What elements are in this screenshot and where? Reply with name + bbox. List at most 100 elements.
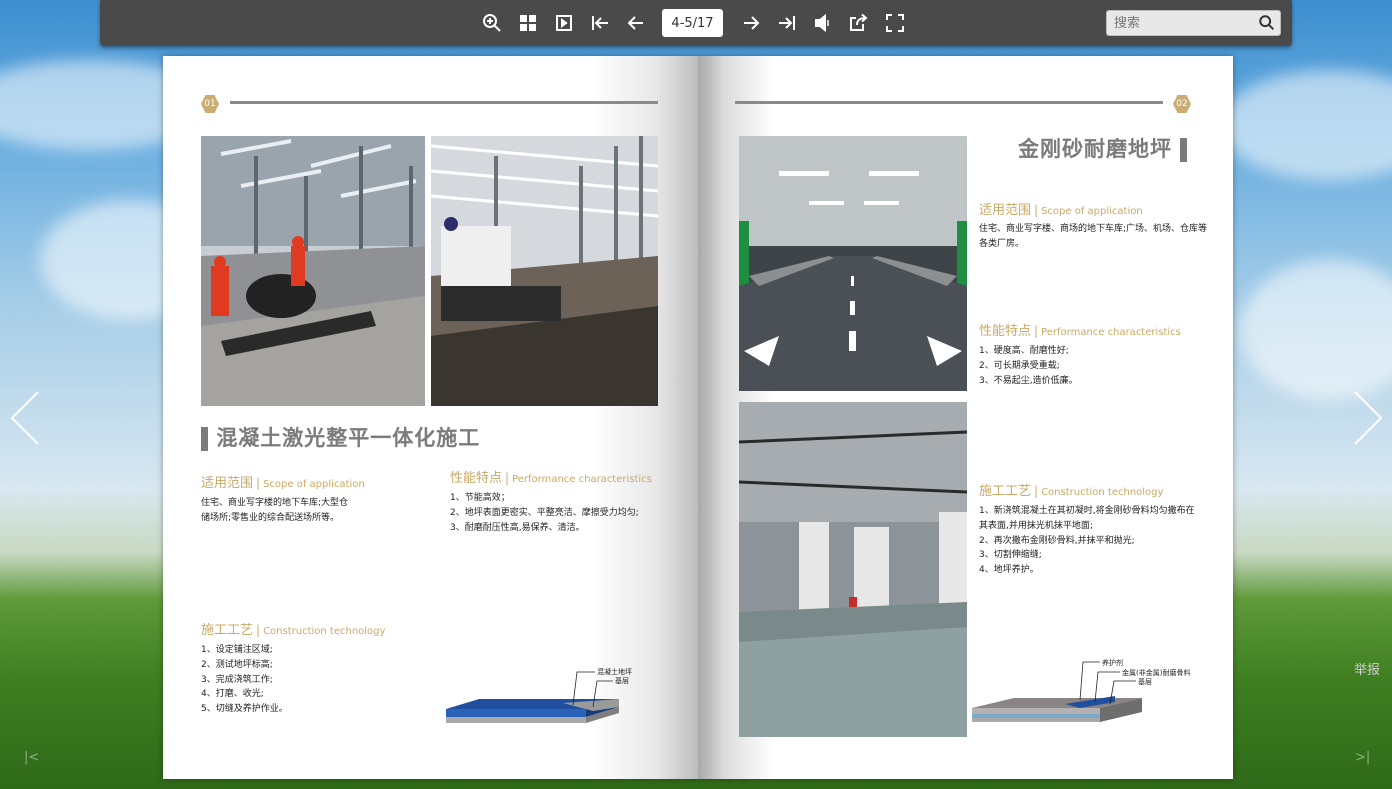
text-line: 1、节能高效； — [450, 493, 510, 503]
diagram-label: 养护剂 — [1102, 658, 1123, 667]
next-page-arrow[interactable] — [1351, 388, 1385, 448]
header-rule — [230, 101, 658, 104]
left-page-title: 混凝土激光整平一体化施工 — [216, 426, 481, 450]
first-page-link[interactable]: |< — [24, 750, 39, 765]
construction-text: 1、新浇筑混凝土在其初凝时,将金刚砂骨料均匀撒布在 其表面,并用抹光机抹平地面;… — [979, 504, 1219, 578]
prev-arrow-icon — [10, 391, 39, 445]
sound-button[interactable] — [810, 10, 836, 36]
scope-heading-en: Scope of application — [1041, 206, 1143, 217]
diagram-label: 金属(非金属)耐磨骨料 — [1122, 668, 1190, 677]
single-page-button[interactable] — [551, 10, 577, 36]
performance-heading-en: Performance characteristics — [512, 474, 652, 485]
text-line: 2、再次撒布金刚砂骨料,并抹平和抛光; — [979, 535, 1135, 546]
construction-photo-image — [431, 136, 658, 406]
text-line: 储场所;零售业的综合配送场所等。 — [201, 512, 340, 523]
scope-heading-en: Scope of application — [263, 479, 365, 490]
performance-text: 1、节能高效； 2、地坪表面更密实、平整亮洁、摩擦受力均匀; 3、耐磨耐压性高,… — [450, 491, 670, 535]
text-line: 2、测试地坪标高; — [201, 659, 273, 670]
thumbnails-button[interactable] — [515, 10, 541, 36]
construction-heading: 施工工艺 | Construction technology — [979, 480, 1163, 499]
heading-separator: | — [256, 476, 261, 490]
background-cloud — [1220, 70, 1392, 180]
scope-heading-cn: 适用范围 — [979, 203, 1032, 218]
construction-text: 1、设定铺注区域; 2、测试地坪标高; 3、完成浇筑工作; 4、打磨、收光; 5… — [201, 643, 401, 717]
last-page-button[interactable] — [774, 10, 800, 36]
background-cloud — [1240, 260, 1392, 400]
prev-page-icon — [627, 16, 643, 30]
screed-machine-photo — [431, 136, 658, 406]
fullscreen-button[interactable] — [882, 10, 908, 36]
scope-text: 住宅、商业写字楼的地下车库;大型仓 储场所;零售业的综合配送场所等。 — [201, 496, 401, 526]
performance-heading: 性能特点 | Performance characteristics — [979, 320, 1181, 339]
text-line: 住宅、商业写字楼、商场的地下车库;广场、机场、仓库等 — [979, 224, 1208, 234]
heading-separator: | — [1034, 484, 1039, 498]
text-line: 4、地坪养护。 — [979, 565, 1039, 576]
thumbnails-icon — [520, 15, 536, 31]
text-line: 4、打磨、收光; — [201, 689, 264, 700]
construction-heading-en: Construction technology — [1041, 487, 1164, 498]
heading-separator: | — [1034, 203, 1039, 217]
text-line: 3、耐磨耐压性高,易保养、清洁。 — [450, 522, 585, 533]
zoom-in-icon — [483, 14, 501, 32]
title-bar — [1180, 138, 1188, 162]
share-icon — [850, 13, 868, 31]
diagram-label: 混凝土地坪 — [597, 667, 632, 676]
text-line: 1、硬度高、耐磨性好; — [979, 346, 1069, 356]
share-button[interactable] — [846, 10, 872, 36]
text-line: 3、切割伸缩缝; — [979, 550, 1042, 561]
performance-heading-cn: 性能特点 — [450, 471, 503, 486]
performance-text: 1、硬度高、耐磨性好; 2、可长期承受重载; 3、不易起尘,造价低廉。 — [979, 344, 1219, 388]
text-line: 住宅、商业写字楼的地下车库;大型仓 — [201, 498, 349, 508]
text-line: 2、可长期承受重载; — [979, 360, 1060, 371]
text-line: 1、新浇筑混凝土在其初凝时,将金刚砂骨料均匀撒布在 — [979, 506, 1195, 516]
next-page-button[interactable] — [738, 10, 764, 36]
last-page-link[interactable]: >| — [1355, 750, 1370, 765]
construction-heading-en: Construction technology — [263, 626, 386, 637]
right-page[interactable]: 02 金刚砂耐磨地坪 适用范围 | Scope of application 住… — [698, 56, 1233, 779]
performance-heading-cn: 性能特点 — [979, 324, 1032, 339]
prev-page-arrow[interactable] — [8, 388, 42, 448]
page-indicator[interactable]: 4-5/17 — [662, 9, 723, 37]
search-box — [1106, 10, 1281, 36]
garage-photo-1 — [739, 136, 967, 391]
heading-separator: | — [256, 623, 261, 637]
search-icon[interactable] — [1258, 14, 1276, 32]
construction-heading-cn: 施工工艺 — [201, 623, 254, 638]
title-bar — [201, 427, 208, 451]
diagram-label: 基层 — [615, 676, 629, 685]
prev-page-button[interactable] — [623, 10, 649, 36]
header-rule — [735, 101, 1163, 104]
page-number-badge: 02 — [1173, 95, 1191, 113]
construction-photo-image — [201, 136, 425, 406]
first-page-icon — [592, 16, 608, 30]
scope-heading: 适用范围 | Scope of application — [979, 199, 1143, 218]
performance-heading-en: Performance characteristics — [1041, 327, 1181, 338]
construction-heading: 施工工艺 | Construction technology — [201, 619, 385, 638]
heading-separator: | — [1034, 324, 1039, 338]
text-line: 2、地坪表面更密实、平整亮洁、摩擦受力均匀; — [450, 507, 639, 518]
diagram-label: 基层 — [1138, 677, 1152, 686]
scope-heading: 适用范围 | Scope of application — [201, 472, 365, 491]
search-input[interactable] — [1107, 11, 1252, 35]
fullscreen-icon — [886, 14, 904, 32]
text-line: 其表面,并用抹光机抹平地面; — [979, 520, 1093, 531]
right-page-title: 金刚砂耐磨地坪 — [1018, 137, 1172, 161]
text-line: 3、不易起尘,造价低廉。 — [979, 375, 1078, 386]
garage-photo-image — [739, 136, 967, 391]
heading-separator: | — [505, 471, 510, 485]
left-page[interactable]: 01 混凝土激光整平一体化施工 适用范围 | Scope of applicat… — [163, 56, 698, 779]
sound-icon — [815, 13, 829, 33]
layer-diagram: 混凝土地坪 基层 — [446, 667, 632, 723]
scope-heading-cn: 适用范围 — [201, 476, 254, 491]
performance-heading: 性能特点 | Performance characteristics — [450, 467, 652, 486]
right-page-title-wrap: 金刚砂耐磨地坪 — [1018, 133, 1188, 163]
zoom-in-button[interactable] — [479, 10, 505, 36]
scope-text: 住宅、商业写字楼、商场的地下车库;广场、机场、仓库等 各类厂房。 — [979, 222, 1219, 252]
left-page-title-wrap: 混凝土激光整平一体化施工 — [201, 422, 480, 452]
report-link[interactable]: 举报 — [1354, 659, 1380, 678]
garage-photo-2 — [739, 402, 967, 737]
text-line: 3、完成浇筑工作; — [201, 674, 273, 685]
next-page-icon — [744, 16, 760, 30]
single-page-icon — [556, 15, 572, 31]
first-page-button[interactable] — [587, 10, 613, 36]
